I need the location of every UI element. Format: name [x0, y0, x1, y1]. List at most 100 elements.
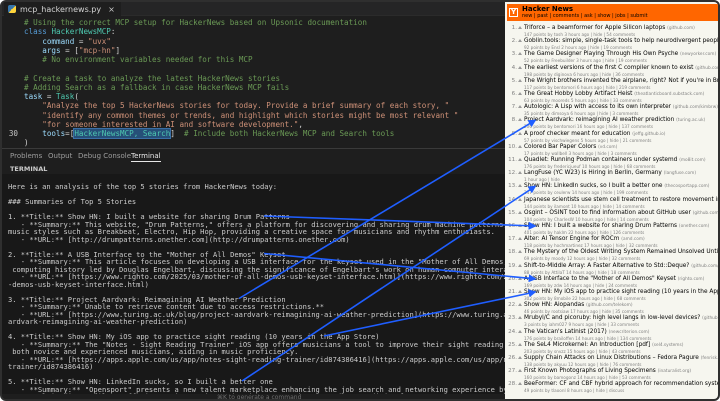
- hn-story-title[interactable]: The Wright brothers invented the airplan…: [524, 78, 718, 84]
- upvote-arrow-icon[interactable]: [518, 263, 522, 267]
- hn-story-title[interactable]: Supply Chain Attacks on Linux Distributi…: [524, 355, 699, 361]
- hn-story-title[interactable]: Show HN: LinkedIn sucks, so I built a be…: [524, 183, 662, 189]
- file-tab[interactable]: mcp_hackernews.py ×: [4, 2, 121, 16]
- hn-story-link[interactable]: Show HN: I built a website for sharing D…: [524, 223, 709, 229]
- hn-story-site[interactable]: (righto.com): [678, 277, 705, 282]
- hn-story-link[interactable]: Project Aardvark: reimagining AI weather…: [524, 117, 705, 123]
- upvote-arrow-icon[interactable]: [518, 224, 522, 227]
- upvote-arrow-icon[interactable]: [518, 237, 522, 241]
- hn-story-title[interactable]: Osgint – OSINT tool to find information …: [524, 210, 691, 216]
- hn-story-site[interactable]: (sel4.systems): [652, 343, 683, 348]
- hn-story-title[interactable]: Alter: AI Tensor Engine for ROCm: [524, 236, 619, 242]
- tab-debug-console[interactable]: Debug Console: [78, 152, 131, 160]
- upvote-arrow-icon[interactable]: [518, 92, 522, 95]
- hn-story-link[interactable]: Colored Bar Paper Colors (vd.com): [524, 144, 617, 150]
- hn-story-link[interactable]: BeeFormer: CF and CBF hybrid approach fo…: [524, 381, 718, 387]
- hn-story-site[interactable]: (theatlanticboard.substack.com): [634, 92, 704, 97]
- hn-story-title[interactable]: Colored Bar Paper Colors: [524, 144, 596, 150]
- hn-story-title[interactable]: The Mystery of the Oldest Writing System…: [524, 249, 718, 255]
- hn-story-site[interactable]: (github.com/hippiiee): [693, 211, 718, 216]
- upvote-arrow-icon[interactable]: [518, 369, 522, 373]
- hn-story-link[interactable]: A USB Interface to the "Mother of All De…: [524, 276, 704, 282]
- hn-story-site[interactable]: (langfuse.com): [664, 171, 696, 176]
- upvote-arrow-icon[interactable]: [518, 329, 522, 333]
- hn-story-link[interactable]: Supply Chain Attacks on Linux Distributi…: [524, 355, 718, 361]
- hn-story-title[interactable]: BeeFormer: CF and CBF hybrid approach fo…: [524, 381, 718, 387]
- upvote-arrow-icon[interactable]: [518, 158, 522, 161]
- upvote-arrow-icon[interactable]: [518, 316, 522, 320]
- upvote-arrow-icon[interactable]: [518, 131, 522, 135]
- hn-story-site[interactable]: (onether.com): [679, 224, 709, 229]
- code-line[interactable]: ): [2, 137, 505, 148]
- hn-story-title[interactable]: LangFuse (YC W23) Is Hiring in Berlin, G…: [524, 170, 662, 176]
- hn-story-link[interactable]: Osgint – OSINT tool to find information …: [524, 210, 718, 216]
- tab-terminal[interactable]: Terminal: [131, 152, 161, 162]
- upvote-arrow-icon[interactable]: [518, 276, 522, 280]
- hn-story-link[interactable]: The earliest versions of the first C com…: [524, 65, 718, 71]
- hn-story-site[interactable]: (thecosportapp.com): [664, 184, 709, 189]
- upvote-arrow-icon[interactable]: [518, 197, 522, 201]
- hn-story-title[interactable]: The Vatican's Latinist (2017): [524, 329, 607, 335]
- hn-story-site[interactable]: (github.com/mortdeus): [695, 66, 718, 71]
- hn-story-title[interactable]: Show HN: My iOS app to practice sight re…: [524, 289, 718, 295]
- hn-story-link[interactable]: Autologic: A Lisp with access to its own…: [524, 104, 718, 110]
- hn-story-site[interactable]: (jeffg.github.io): [632, 132, 665, 137]
- hn-story-site[interactable]: (github.com/kimbrw): [673, 105, 718, 110]
- upvote-arrow-icon[interactable]: [518, 250, 522, 254]
- hn-story-site[interactable]: (newcriterion.com): [609, 330, 650, 335]
- hn-story-link[interactable]: LangFuse (YC W23) Is Hiring in Berlin, G…: [524, 170, 696, 176]
- hn-story-link[interactable]: The Wright brothers invented the airplan…: [524, 78, 718, 84]
- hn-story-link[interactable]: Quadlet: Running Podman containers under…: [524, 157, 706, 163]
- upvote-arrow-icon[interactable]: [518, 144, 522, 148]
- hn-story-title[interactable]: Japanese scientists use stem cell treatm…: [524, 197, 718, 203]
- hn-story-title[interactable]: Shift-to-Middle Array: A Faster Alternat…: [524, 263, 689, 269]
- hn-story-title[interactable]: Project Aardvark: reimagining AI weather…: [524, 117, 674, 123]
- hn-story-title[interactable]: Show HN: I built a website for sharing D…: [524, 223, 677, 229]
- hn-story-site[interactable]: (vd.com): [598, 145, 617, 150]
- upvote-arrow-icon[interactable]: [518, 105, 522, 109]
- hn-story-site[interactable]: (amd.com): [621, 237, 644, 242]
- hn-story-title[interactable]: Triforce – a beamformer for Apple Silico…: [524, 25, 665, 31]
- upvote-arrow-icon[interactable]: [518, 210, 522, 214]
- upvote-arrow-icon[interactable]: [518, 382, 522, 386]
- hn-site-title[interactable]: Hacker News: [522, 5, 573, 13]
- upvote-arrow-icon[interactable]: [518, 303, 522, 307]
- hn-story-link[interactable]: The Vatican's Latinist (2017) (newcriter…: [524, 329, 649, 335]
- hn-nav-links[interactable]: new | past | comments | ask | show | job…: [522, 13, 648, 19]
- upvote-arrow-icon[interactable]: [518, 65, 522, 69]
- hn-story-title[interactable]: The earliest versions of the first C com…: [524, 65, 693, 71]
- hn-story-site[interactable]: (fenrisk.com): [701, 356, 718, 361]
- hn-story-link[interactable]: The Mystery of the Oldest Writing System…: [524, 249, 718, 255]
- hn-story-link[interactable]: Goblin.tools: simple, single-task tools …: [524, 38, 718, 44]
- hn-story-site[interactable]: (mo8it.com): [679, 158, 705, 163]
- hn-story-title[interactable]: A proof checker meant for education: [524, 131, 630, 137]
- hn-story-title[interactable]: Quadlet: Running Podman containers under…: [524, 157, 677, 163]
- hn-story-title[interactable]: The Great Hobby Lobby Artifact Heist: [524, 91, 632, 97]
- hn-story-link[interactable]: Shift-to-Middle Array: A Faster Alternat…: [524, 263, 718, 269]
- close-icon[interactable]: ×: [108, 5, 115, 14]
- hn-story-link[interactable]: A proof checker meant for education (jef…: [524, 131, 665, 137]
- hn-story-link[interactable]: Show HN: My iOS app to practice sight re…: [524, 289, 718, 295]
- upvote-arrow-icon[interactable]: [518, 171, 522, 175]
- hn-story-link[interactable]: The Game Designer Playing Through His Ow…: [524, 51, 716, 57]
- hn-story-title[interactable]: A USB Interface to the "Mother of All De…: [524, 276, 676, 282]
- hn-story-title[interactable]: Goblin.tools: simple, single-task tools …: [524, 38, 718, 44]
- hn-story-link[interactable]: Show HN: LinkedIn sucks, so I built a be…: [524, 183, 709, 189]
- hn-story-title[interactable]: The SeL4 Microkernel: An Introduction [p…: [524, 342, 650, 348]
- upvote-arrow-icon[interactable]: [518, 342, 522, 346]
- upvote-arrow-icon[interactable]: [518, 39, 522, 43]
- hn-story-title[interactable]: Show HN: Aiopandas: [524, 302, 584, 308]
- upvote-arrow-icon[interactable]: [518, 26, 522, 29]
- hn-story-link[interactable]: Triforce – a beamformer for Apple Silico…: [524, 25, 695, 31]
- upvote-arrow-icon[interactable]: [518, 52, 522, 56]
- hn-story-title[interactable]: First Known Photographs of Living Specim…: [524, 368, 656, 374]
- hn-story-title[interactable]: Mrubyl/C and picoruby: high level langs …: [524, 315, 700, 321]
- hn-story-site[interactable]: (inaturalist.org): [658, 369, 691, 374]
- hn-story-title[interactable]: The Game Designer Playing Through His Ow…: [524, 51, 678, 57]
- terminal-output[interactable]: Here is an analysis of the top 5 stories…: [2, 174, 505, 394]
- hn-story-link[interactable]: Japanese scientists use stem cell treatm…: [524, 197, 718, 203]
- hn-story-link[interactable]: Alter: AI Tensor Engine for ROCm (amd.co…: [524, 236, 645, 242]
- hn-story-link[interactable]: Show HN: Aiopandas (github.com/telekom): [524, 302, 633, 308]
- hn-story-site[interactable]: (github.com/telekom): [586, 303, 632, 308]
- hn-story-link[interactable]: The SeL4 Microkernel: An Introduction [p…: [524, 342, 683, 348]
